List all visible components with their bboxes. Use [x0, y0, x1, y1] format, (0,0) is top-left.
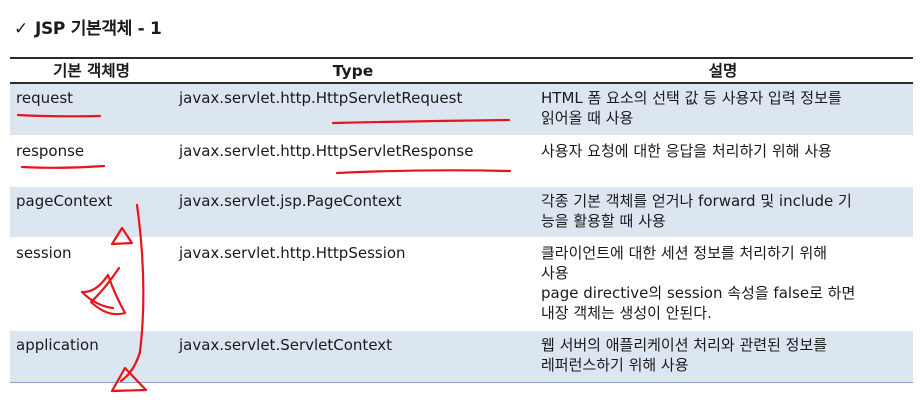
- table-row: response javax.servlet.http.HttpServletR…: [10, 136, 913, 187]
- type-cell: javax.servlet.http.HttpServletResponse: [173, 136, 533, 187]
- description-line: 웹 서버의 애플리케이션 처리와 관련된 정보를: [541, 336, 828, 354]
- description-line: 읽어올 때 사용: [541, 109, 634, 127]
- jsp-objects-table: 기본 객체명 Type 설명 request javax.servlet.htt…: [10, 57, 913, 383]
- page-title: ✓ JSP 기본객체 - 1: [14, 14, 162, 39]
- description-line: 클라이언트에 대한 세션 정보를 처리하기 위해: [541, 244, 828, 262]
- header-object-name: 기본 객체명: [10, 57, 173, 84]
- object-name-cell: response: [10, 136, 173, 187]
- title-text: JSP 기본객체 - 1: [34, 19, 162, 39]
- object-name-cell: pageContext: [10, 186, 173, 239]
- type-cell: javax.servlet.http.HttpServletRequest: [173, 83, 533, 137]
- description-line: 내장 객체는 생성이 안된다.: [541, 304, 712, 322]
- description-line: HTML 폼 요소의 선택 값 등 사용자 입력 정보를: [541, 89, 842, 107]
- object-name-cell: request: [10, 83, 173, 137]
- description-line: page directive의 session 속성을 false로 하면: [541, 284, 856, 302]
- description-cell: 사용자 요청에 대한 응답을 처리하기 위해 사용: [533, 136, 913, 187]
- table-row: pageContext javax.servlet.jsp.PageContex…: [10, 186, 913, 239]
- description-line: 레퍼런스하기 위해 사용: [541, 356, 689, 374]
- description-cell: 각종 기본 객체를 얻거나 forward 및 include 기 능을 활용할…: [533, 186, 913, 239]
- object-name-cell: session: [10, 238, 173, 331]
- type-cell: javax.servlet.http.HttpSession: [173, 238, 533, 331]
- description-line: 사용: [541, 264, 569, 282]
- description-line: 사용자 요청에 대한 응답을 처리하기 위해 사용: [541, 142, 832, 160]
- description-cell: 웹 서버의 애플리케이션 처리와 관련된 정보를 레퍼런스하기 위해 사용: [533, 330, 913, 383]
- description-line: 각종 기본 객체를 얻거나 forward 및 include 기: [541, 192, 852, 210]
- table-header-row: 기본 객체명 Type 설명: [10, 57, 913, 84]
- description-line: 능을 활용할 때 사용: [541, 212, 666, 230]
- type-cell: javax.servlet.jsp.PageContext: [173, 186, 533, 239]
- description-cell: 클라이언트에 대한 세션 정보를 처리하기 위해 사용 page directi…: [533, 238, 913, 331]
- table-row: request javax.servlet.http.HttpServletRe…: [10, 83, 913, 137]
- checkmark-icon: ✓: [14, 19, 28, 39]
- header-type: Type: [173, 57, 533, 84]
- table-row: application javax.servlet.ServletContext…: [10, 330, 913, 383]
- type-cell: javax.servlet.ServletContext: [173, 330, 533, 383]
- object-name-cell: application: [10, 330, 173, 383]
- header-description: 설명: [533, 57, 913, 84]
- table-row: session javax.servlet.http.HttpSession 클…: [10, 238, 913, 331]
- description-cell: HTML 폼 요소의 선택 값 등 사용자 입력 정보를 읽어올 때 사용: [533, 83, 913, 137]
